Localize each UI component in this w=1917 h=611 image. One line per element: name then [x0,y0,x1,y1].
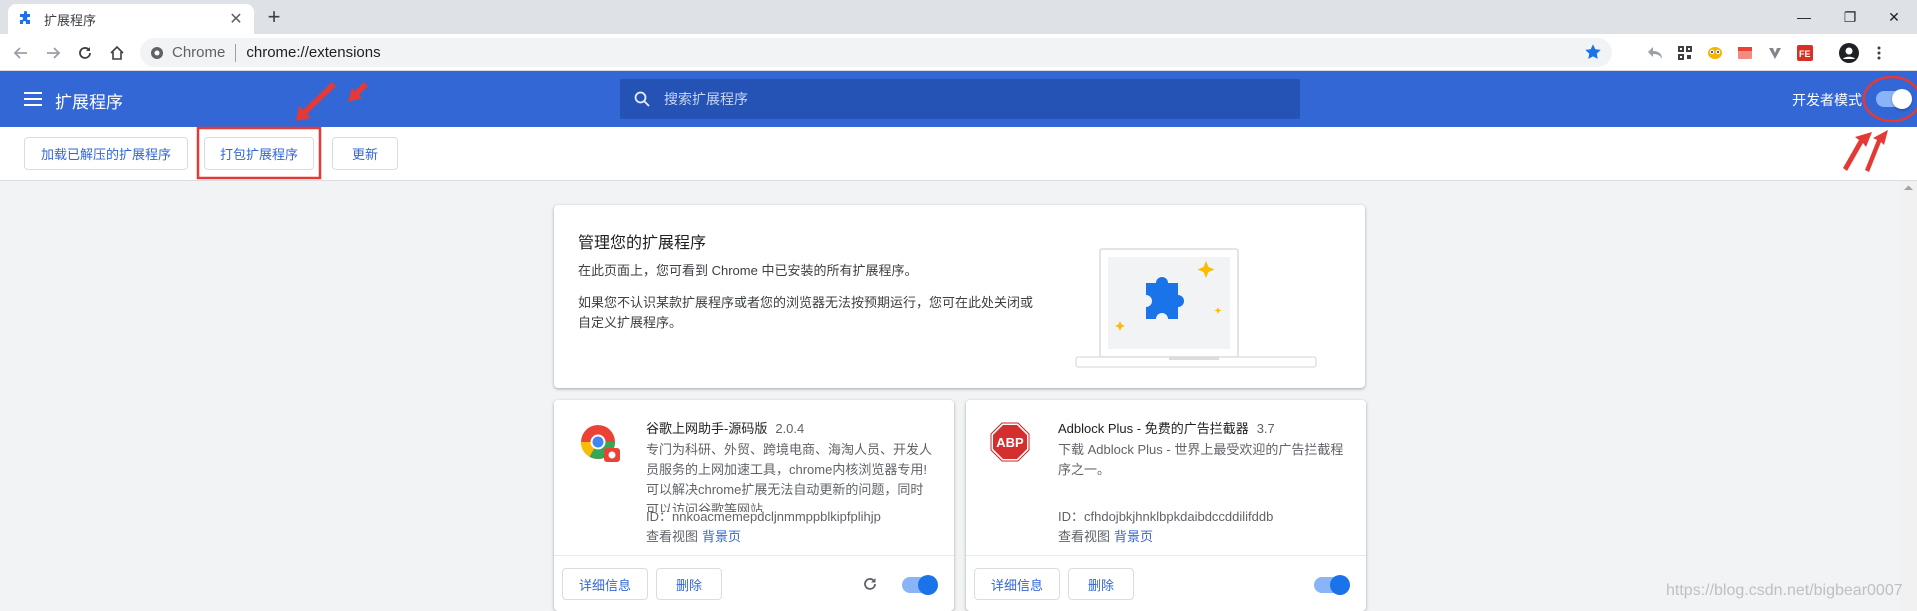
extension-id: ID：cfhdojbkjhnklbpkdaibdccddilifddb [1058,509,1274,524]
desc-line: 专门为科研、外贸、跨境电商、海淘人员、开发人 [646,442,933,457]
home-button[interactable] [104,40,130,66]
abp-icon-text: ABP [996,435,1024,450]
restore-icon[interactable]: ❐ [1827,0,1873,34]
puzzle-icon [20,11,30,24]
separator [235,43,237,62]
watermark: https://blog.csdn.net/bigbear0007 [1666,582,1903,599]
divider [554,555,954,556]
card-desc-line-3: 自定义扩展程序。 [578,315,683,330]
tab-extensions[interactable]: 扩展程序 ✕ [8,4,254,34]
profile-avatar-icon[interactable] [1834,42,1864,64]
extension-enable-toggle[interactable] [902,575,938,595]
minimize-icon[interactable]: — [1781,0,1827,34]
dev-mode-toggle[interactable] [1876,89,1912,109]
desc-line: 序之一。 [1058,462,1111,477]
desc-line: 员服务的上网加速工具，chrome内核浏览器专用! [646,462,927,477]
scroll-up-arrow-icon[interactable] [1900,182,1917,194]
reload-icon [79,47,91,59]
load-unpacked-button[interactable]: 加载已解压的扩展程序 [24,137,188,170]
toggle-knob [1330,575,1350,595]
tab-title: 扩展程序 [44,12,97,28]
search-input[interactable] [664,91,1264,107]
pack-extension-button[interactable]: 打包扩展程序 [204,137,314,170]
bookmark-star-icon[interactable] [1584,43,1602,61]
forward-button[interactable] [40,40,66,66]
arrow-right-icon [47,47,61,59]
inspect-views: 查看视图 背景页 [646,526,741,545]
laptop-illustration [1075,248,1317,368]
toggle-knob [918,575,938,595]
page-scrollbar[interactable] [1900,181,1917,611]
reply-icon[interactable] [1640,42,1670,64]
store-icon[interactable] [1730,42,1760,64]
search-icon [634,91,650,107]
adblock-plus-icon: ABP [990,422,1030,462]
divider [966,555,1366,556]
extension-title: 谷歌上网助手-源码版 [646,421,768,436]
address-bar[interactable]: Chrome chrome://extensions [140,38,1612,67]
desc-line: 可以解决chrome扩展无法自动更新的问题，同时 [646,482,924,497]
back-button[interactable] [8,40,34,66]
extension-enable-toggle[interactable] [1314,575,1350,595]
desc-line: 下载 Adblock Plus - 世界上最受欢迎的广告拦截程 [1058,442,1344,457]
extension-description: 下载 Adblock Plus - 世界上最受欢迎的广告拦截程 序之一。 [1058,440,1358,480]
extension-version: 2.0.4 [775,421,805,436]
details-button[interactable]: 详细信息 [974,568,1060,600]
owl-icon[interactable] [1700,42,1730,64]
inspect-views-label: 查看视图 [646,529,699,544]
extension-description: 专门为科研、外贸、跨境电商、海淘人员、开发人 员服务的上网加速工具，chrome… [646,440,946,512]
remove-button[interactable]: 删除 [656,568,722,600]
remove-button[interactable]: 删除 [1068,568,1134,600]
extension-card: ABP Adblock Plus - 免费的广告拦截器 3.7 下载 Adbloc… [966,400,1366,611]
update-button[interactable]: 更新 [332,137,398,170]
qr-code-icon[interactable] [1670,42,1700,64]
manage-extensions-card: 管理您的扩展程序 在此页面上，您可看到 Chrome 中已安装的所有扩展程序。 … [554,205,1365,388]
close-icon[interactable]: ✕ [1871,0,1917,34]
reload-button[interactable] [72,40,98,66]
card-desc-line-2: 如果您不认识某款扩展程序或者您的浏览器无法按预期运行，您可在此处关闭或 [578,295,1034,310]
fe-helper-icon[interactable]: FE [1790,42,1820,64]
svg-text:FE: FE [1799,49,1811,59]
url-text[interactable]: chrome://extensions [246,44,380,61]
chrome-chip: Chrome [172,44,226,61]
extension-name: 谷歌上网助手-源码版 2.0.4 [646,418,804,437]
extension-icons: FE [1640,42,1894,64]
tab-close-icon[interactable]: ✕ [228,9,244,29]
developer-toolbar: 加载已解压的扩展程序 打包扩展程序 更新 [0,127,1917,181]
extension-name: Adblock Plus - 免费的广告拦截器 3.7 [1058,418,1275,437]
home-icon [110,45,124,60]
extension-version: 3.7 [1256,421,1275,436]
card-title: 管理您的扩展程序 [578,235,707,252]
dev-mode-label: 开发者模式 [1792,92,1862,108]
arrow-left-icon [13,47,27,59]
card-desc-line-1: 在此页面上，您可看到 Chrome 中已安装的所有扩展程序。 [578,263,918,278]
new-tab-button[interactable]: + [262,6,286,30]
reload-extension-icon[interactable] [862,576,878,592]
extension-title: Adblock Plus - 免费的广告拦截器 [1058,421,1249,436]
hamburger-menu-icon[interactable] [24,89,42,109]
background-page-link[interactable]: 背景页 [702,529,741,544]
extension-card: 谷歌上网助手-源码版 2.0.4 专门为科研、外贸、跨境电商、海淘人员、开发人 员… [554,400,954,611]
background-page-link[interactable]: 背景页 [1114,529,1153,544]
details-button[interactable]: 详细信息 [562,568,648,600]
extension-id: ID：nnkoacmemepdcljnmmppblkipfplihjp [646,509,881,524]
toggle-knob [1892,89,1912,109]
inspect-views: 查看视图 背景页 [1058,526,1153,545]
extensions-header: 扩展程序 开发者模式 [0,71,1917,127]
browser-menu-icon[interactable] [1864,42,1894,64]
browser-toolbar: Chrome chrome://extensions FE [0,34,1917,71]
chrome-logo-icon [151,46,163,59]
search-box[interactable] [620,79,1300,119]
google-helper-icon [581,425,620,462]
tab-strip: 扩展程序 ✕ + — ❐ ✕ [0,0,1917,34]
vpn-icon[interactable] [1760,42,1790,64]
page-title: 扩展程序 [55,93,123,112]
inspect-views-label: 查看视图 [1058,529,1111,544]
